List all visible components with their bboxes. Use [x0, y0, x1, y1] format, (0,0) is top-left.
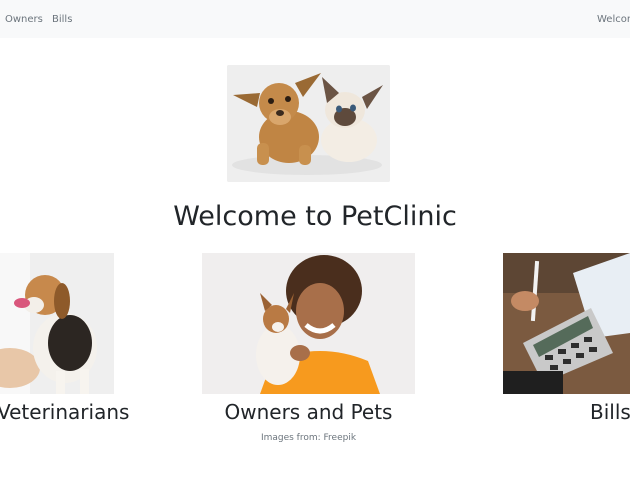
nav-link-bills[interactable]: Bills: [52, 14, 72, 25]
hero-pets-image: [227, 65, 390, 182]
image-credit: Images from: Freepik: [260, 433, 357, 443]
owners-and-pets-label[interactable]: Owners and Pets: [0, 400, 617, 424]
bills-label[interactable]: Bills: [590, 400, 630, 424]
nav-link-owners[interactable]: Owners: [5, 14, 43, 25]
veterinarians-image[interactable]: [0, 253, 114, 394]
bills-image[interactable]: [503, 253, 630, 394]
top-navbar: Owners Bills Welcome: [0, 0, 630, 38]
page-title: Welcome to PetClinic: [173, 201, 457, 233]
nav-link-welcome[interactable]: Welcome: [597, 14, 630, 25]
owners-and-pets-image[interactable]: [202, 253, 415, 394]
